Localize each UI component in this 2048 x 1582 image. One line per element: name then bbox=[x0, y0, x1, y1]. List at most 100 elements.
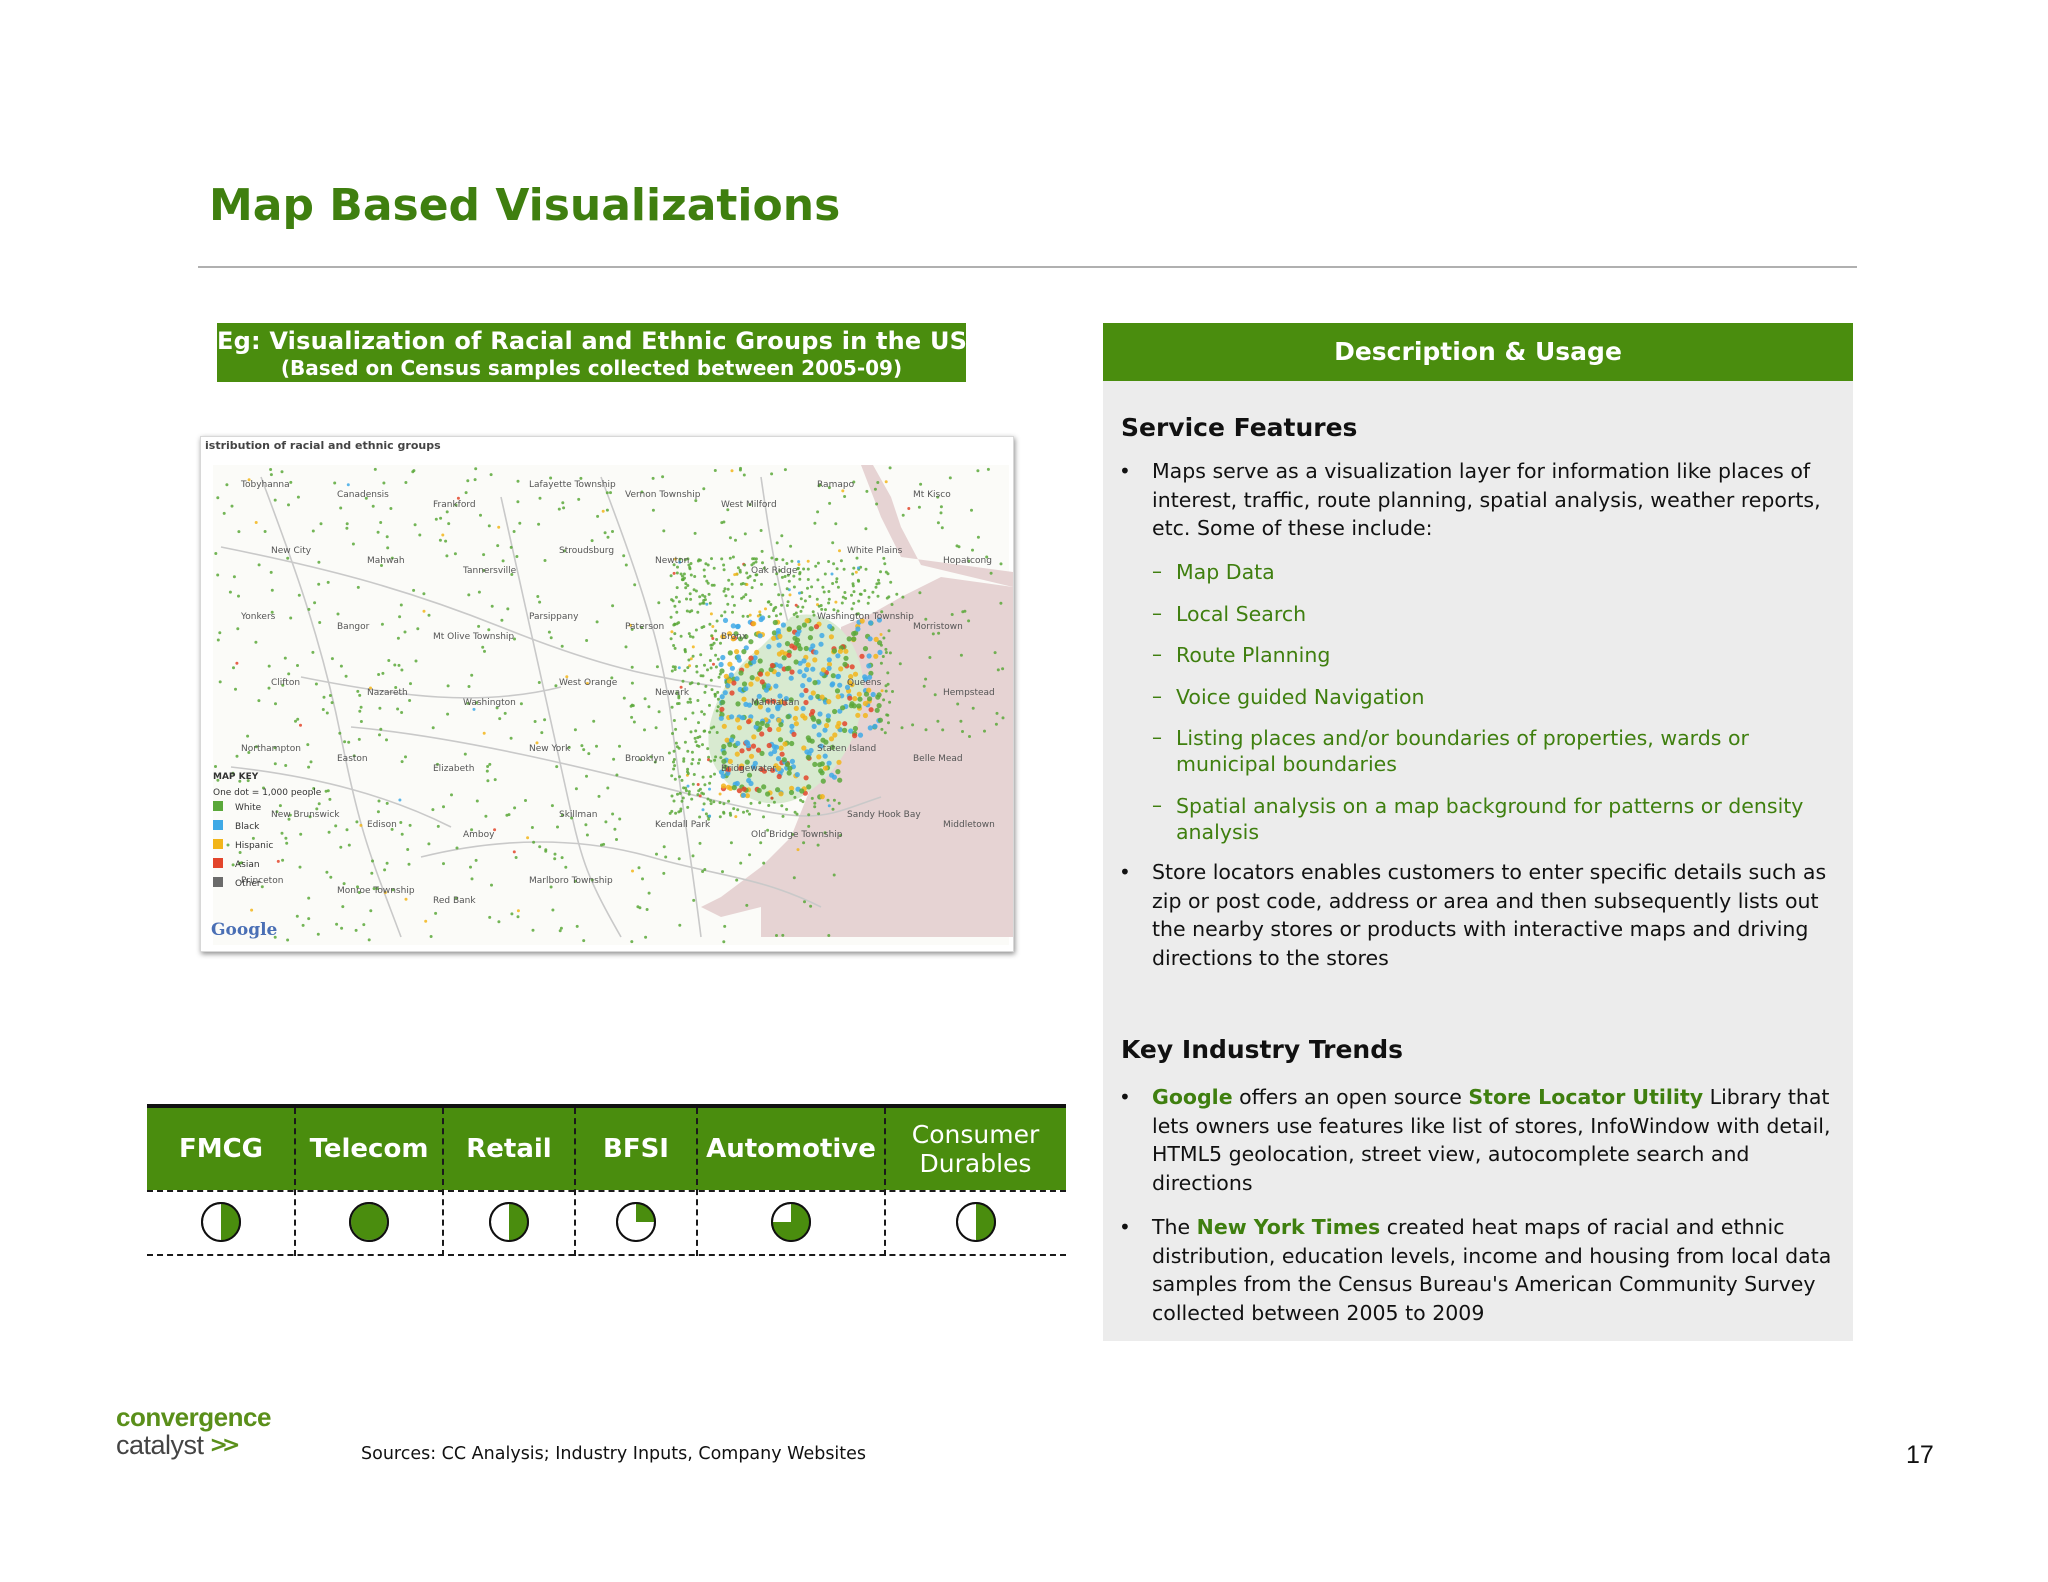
industry-header: FMCG bbox=[178, 1134, 264, 1164]
map-key-swatch bbox=[213, 820, 223, 830]
map-place-label: Ramapo bbox=[817, 480, 855, 490]
map-place-label: Mahwah bbox=[367, 556, 405, 566]
relevance-pie-icon bbox=[955, 1202, 996, 1242]
industry-header: BFSI bbox=[603, 1134, 669, 1164]
relevance-cell bbox=[295, 1190, 443, 1254]
relevance-pie-icon bbox=[349, 1202, 389, 1242]
dash-icon: – bbox=[1152, 793, 1162, 817]
relevance-pie-icon bbox=[771, 1202, 811, 1242]
map-place-label: Elizabeth bbox=[433, 764, 474, 774]
map-place-label: Nazareth bbox=[367, 688, 408, 698]
map-place-label: Sandy Hook Bay bbox=[847, 810, 921, 820]
google-brand: Google bbox=[1152, 1085, 1233, 1109]
map-place-label: Hempstead bbox=[943, 688, 995, 698]
map-place-label: Brooklyn bbox=[625, 754, 664, 764]
example-caption-title: Eg: Visualization of Racial and Ethnic G… bbox=[217, 327, 968, 355]
example-caption: Eg: Visualization of Racial and Ethnic G… bbox=[217, 323, 968, 382]
map-place-label: Vernon Township bbox=[625, 490, 701, 500]
pie-fill bbox=[221, 1203, 240, 1241]
map-place-label: Bronx bbox=[721, 632, 748, 642]
map-key-swatch bbox=[213, 801, 223, 811]
bullet-icon: • bbox=[1119, 1085, 1131, 1109]
trend-text: The bbox=[1152, 1215, 1197, 1239]
relevance-pie-icon bbox=[489, 1202, 529, 1242]
convergence-catalyst-logo: convergence catalyst >> bbox=[116, 1404, 286, 1468]
map-place-label: Bangor bbox=[337, 622, 370, 632]
service-intro: Maps serve as a visualization layer for … bbox=[1152, 459, 1821, 540]
pie-fill bbox=[509, 1203, 528, 1241]
map-key-label: Hispanic bbox=[235, 841, 273, 851]
list-item: Voice guided Navigation bbox=[1176, 685, 1425, 709]
map-place-label: Stroudsburg bbox=[559, 546, 614, 556]
map-place-label: Canadensis bbox=[337, 490, 389, 500]
map-place-label: Marlboro Township bbox=[529, 876, 613, 886]
map-place-label: Monroe Township bbox=[337, 886, 415, 896]
bullet-icon: • bbox=[1119, 1215, 1131, 1239]
industry-header: Consumer Durables bbox=[911, 1120, 1040, 1178]
logo-line2: catalyst bbox=[116, 1430, 204, 1460]
sources-note: Sources: CC Analysis; Industry Inputs, C… bbox=[361, 1444, 867, 1464]
bullet-icon: • bbox=[1119, 860, 1131, 884]
map-key-scale: One dot = 1,000 people bbox=[213, 788, 322, 798]
page-title: Map Based Visualizations bbox=[209, 180, 841, 231]
map-place-label: Paterson bbox=[625, 622, 664, 632]
map-place-label: Morristown bbox=[913, 622, 963, 632]
map-canvas: istribution of racial and ethnic groups bbox=[201, 437, 1013, 951]
map-place-label: Mt Olive Township bbox=[433, 632, 514, 642]
map-key-title: MAP KEY bbox=[213, 772, 259, 782]
map-place-label: Red Bank bbox=[433, 896, 476, 906]
industry-relevance-table: FMCG Telecom Retail BFSI Automotive Cons… bbox=[147, 1104, 1066, 1256]
map-place-label: Newton bbox=[655, 556, 689, 566]
logo-line1: convergence bbox=[116, 1402, 271, 1432]
industry-header: Automotive bbox=[706, 1134, 876, 1164]
map-key-label: Other bbox=[235, 879, 261, 889]
example-caption-subtitle: (Based on Census samples collected betwe… bbox=[280, 356, 903, 380]
dash-icon: – bbox=[1152, 684, 1162, 708]
map-place-label: Belle Mead bbox=[913, 754, 963, 764]
map-place-label: Washington bbox=[463, 698, 516, 708]
logo-line2-row: catalyst >> bbox=[116, 1430, 286, 1460]
map-place-label: Lafayette Township bbox=[529, 480, 616, 490]
map-place-label: Staten Island bbox=[817, 744, 876, 754]
nyt-trend-text: The New York Times created heat maps of … bbox=[1152, 1213, 1842, 1327]
map-place-label: New City bbox=[271, 546, 312, 556]
census-map-image: istribution of racial and ethnic groups bbox=[200, 436, 1014, 952]
google-trend-text: Google offers an open source Store Locat… bbox=[1152, 1083, 1842, 1197]
map-place-label: Washington Township bbox=[817, 612, 914, 622]
relevance-cell bbox=[147, 1190, 295, 1254]
list-item: Listing places and/or boundaries of prop… bbox=[1176, 726, 1749, 776]
list-item: Route Planning bbox=[1176, 643, 1331, 667]
map-place-label: Parsippany bbox=[529, 612, 579, 622]
relevance-cell bbox=[575, 1190, 697, 1254]
title-divider bbox=[198, 266, 1857, 268]
bullet-icon: • bbox=[1119, 459, 1131, 483]
double-chevron-icon: >> bbox=[209, 1432, 241, 1458]
map-key-swatch bbox=[213, 839, 223, 849]
relevance-cell bbox=[885, 1190, 1066, 1254]
dash-icon: – bbox=[1152, 601, 1162, 625]
map-place-label: Old Bridge Township bbox=[751, 830, 843, 840]
trend-text: offers an open source bbox=[1232, 1085, 1469, 1109]
map-key-swatch bbox=[213, 877, 223, 887]
description-panel: Description & Usage Service Features • M… bbox=[1103, 323, 1853, 1341]
map-place-label: Edison bbox=[367, 820, 397, 830]
map-terrain bbox=[213, 465, 1013, 945]
map-place-label: Tannersville bbox=[462, 566, 517, 576]
key-trends-heading: Key Industry Trends bbox=[1121, 1035, 1404, 1064]
map-place-label: West Orange bbox=[559, 678, 618, 688]
map-place-label: Yonkers bbox=[240, 612, 276, 622]
map-place-label: Manhattan bbox=[751, 698, 799, 708]
dash-icon: – bbox=[1152, 725, 1162, 749]
list-item: Spatial analysis on a map background for… bbox=[1176, 794, 1804, 844]
map-place-label: Frankford bbox=[433, 500, 476, 510]
dash-icon: – bbox=[1152, 642, 1162, 666]
description-header: Description & Usage bbox=[1103, 323, 1853, 381]
map-place-label: Middletown bbox=[943, 820, 995, 830]
nyt-brand: New York Times bbox=[1196, 1215, 1381, 1239]
list-item: Local Search bbox=[1176, 602, 1307, 626]
google-logo: Google bbox=[211, 920, 278, 940]
map-key-swatch bbox=[213, 858, 223, 868]
page-number: 17 bbox=[1906, 1441, 1934, 1469]
dash-icon: – bbox=[1152, 559, 1162, 583]
map-place-label: Hopatcong bbox=[943, 556, 992, 566]
